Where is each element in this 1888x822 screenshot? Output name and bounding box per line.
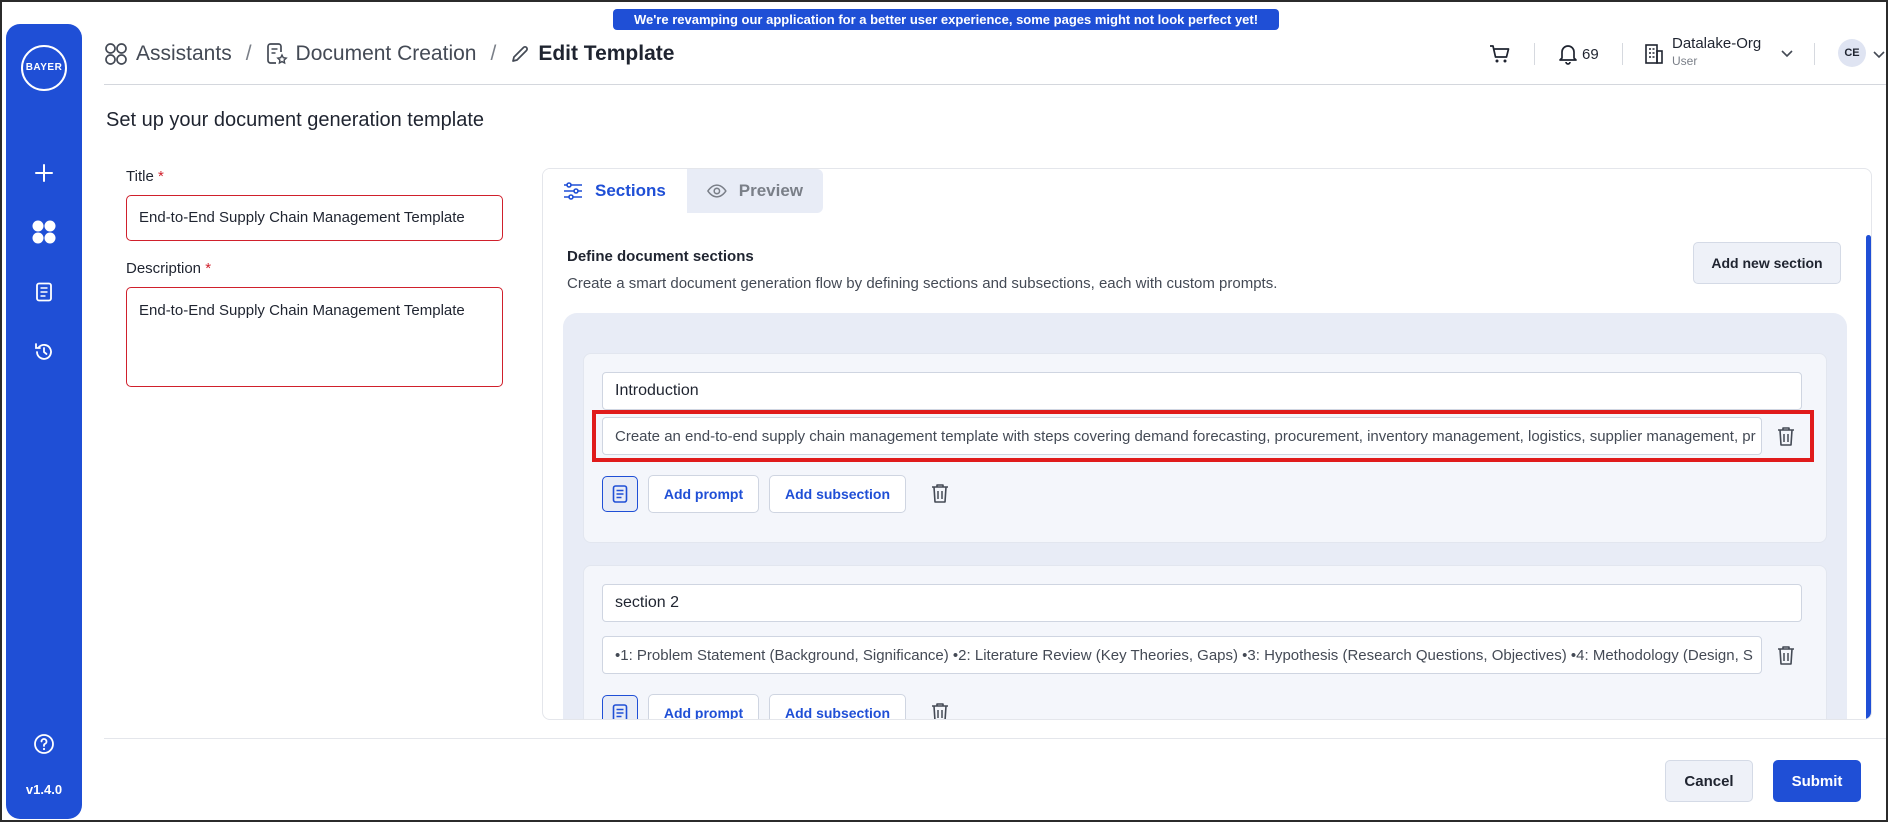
- title-label: Title *: [126, 168, 164, 185]
- history-icon: [35, 343, 52, 360]
- trash-icon[interactable]: [930, 701, 950, 720]
- revamp-banner: We're revamping our application for a be…: [613, 9, 1279, 30]
- org-name: Datalake-Org: [1672, 35, 1762, 52]
- breadcrumb-separator: /: [490, 42, 497, 65]
- description-label-text: Description: [126, 260, 202, 277]
- sections-heading: Define document sections: [567, 248, 754, 265]
- sidebar: BAYER v1.4.0: [6, 24, 82, 819]
- header-divider: [1622, 43, 1623, 65]
- breadcrumb-label-edit-template: Edit Template: [538, 42, 675, 65]
- breadcrumb-assistants[interactable]: Assistants: [104, 42, 232, 66]
- sections-description: Create a smart document generation flow …: [567, 275, 1278, 292]
- trash-icon[interactable]: [1776, 644, 1796, 666]
- trash-icon[interactable]: [930, 482, 950, 504]
- grid-outline-icon: [105, 43, 127, 65]
- sections-list: Introduction Create an end-to-end supply…: [563, 313, 1847, 720]
- document-icon: [612, 704, 628, 719]
- documents-nav-button[interactable]: [30, 278, 58, 306]
- section-document-button[interactable]: [602, 695, 638, 719]
- header-divider: [1814, 43, 1815, 65]
- sections-scrollbar[interactable]: [1866, 235, 1871, 719]
- app-window: BAYER v1.4.0 We're revamping our applica…: [0, 0, 1888, 822]
- notifications-count: 69: [1582, 45, 1599, 63]
- breadcrumb-edit-template: Edit Template: [510, 42, 674, 66]
- cart-button[interactable]: [1488, 42, 1512, 66]
- breadcrumb-separator: /: [245, 42, 252, 65]
- chevron-down-icon: [1781, 50, 1793, 58]
- page-title: Set up your document generation template: [106, 109, 485, 131]
- logo-text-horizontal: BAYER: [25, 62, 63, 73]
- help-button[interactable]: [30, 730, 58, 758]
- building-icon: [1645, 44, 1663, 64]
- document-star-icon: [266, 43, 288, 65]
- description-textarea[interactable]: End-to-End Supply Chain Management Templ…: [126, 287, 503, 387]
- header-divider-line: [104, 84, 1886, 85]
- section-item: section 2 •1: Problem Statement (Backgro…: [583, 565, 1827, 720]
- new-plus-button[interactable]: [30, 159, 58, 187]
- submit-button[interactable]: Submit: [1773, 760, 1861, 802]
- document-icon: [36, 282, 52, 302]
- pencil-icon: [512, 46, 529, 62]
- add-prompt-button[interactable]: Add prompt: [648, 694, 759, 719]
- history-nav-button[interactable]: [30, 338, 58, 366]
- description-label: Description *: [126, 260, 211, 277]
- breadcrumb-label-document-creation: Document Creation: [295, 42, 477, 65]
- sliders-icon: [564, 182, 582, 200]
- add-subsection-button[interactable]: Add subsection: [769, 694, 906, 719]
- sections-card: Sections Preview Define document section…: [542, 168, 1872, 720]
- tab-sections[interactable]: Sections: [543, 169, 687, 213]
- section-prompt-input[interactable]: Create an end-to-end supply chain manage…: [602, 417, 1762, 455]
- cancel-button[interactable]: Cancel: [1665, 760, 1753, 802]
- app-version: v1.4.0: [25, 782, 63, 797]
- section-name-input[interactable]: section 2: [602, 584, 1802, 622]
- org-switcher[interactable]: Datalake-Org User: [1644, 35, 1794, 71]
- breadcrumb-label-assistants: Assistants: [136, 42, 232, 65]
- tab-sections-label: Sections: [595, 181, 666, 200]
- assistants-nav-button[interactable]: [30, 218, 58, 246]
- bayer-logo[interactable]: BAYER: [21, 45, 67, 91]
- header-divider: [1534, 43, 1535, 65]
- bell-icon: [1559, 45, 1577, 65]
- breadcrumb: Assistants / Document Creation / Edit Te…: [104, 38, 674, 70]
- avatar: CE: [1838, 39, 1866, 67]
- tab-preview-label: Preview: [738, 181, 803, 200]
- tab-preview[interactable]: Preview: [687, 169, 823, 213]
- section-prompt-input[interactable]: •1: Problem Statement (Background, Signi…: [602, 636, 1762, 674]
- required-asterisk: *: [157, 168, 164, 185]
- document-icon: [612, 485, 628, 503]
- cart-icon: [1490, 45, 1510, 63]
- section-name-input[interactable]: Introduction: [602, 372, 1802, 410]
- trash-icon[interactable]: [1776, 425, 1796, 447]
- add-prompt-button[interactable]: Add prompt: [648, 475, 759, 513]
- title-input[interactable]: End-to-End Supply Chain Management Templ…: [126, 195, 503, 241]
- template-details-form: Title * End-to-End Supply Chain Manageme…: [106, 150, 538, 736]
- required-asterisk: *: [205, 260, 212, 277]
- tab-bar: Sections Preview: [543, 169, 823, 213]
- plus-icon: [35, 164, 53, 182]
- notifications-button[interactable]: 69: [1558, 42, 1599, 66]
- chevron-down-icon: [1873, 51, 1885, 59]
- add-subsection-button[interactable]: Add subsection: [769, 475, 906, 513]
- grid-icon: [32, 220, 56, 244]
- user-menu[interactable]: CE: [1838, 39, 1886, 67]
- title-label-text: Title: [126, 168, 154, 185]
- eye-icon: [707, 184, 727, 198]
- breadcrumb-document-creation[interactable]: Document Creation: [266, 42, 477, 66]
- help-icon: [34, 734, 54, 754]
- add-new-section-button[interactable]: Add new section: [1693, 242, 1841, 284]
- section-document-button[interactable]: [602, 476, 638, 512]
- org-role: User: [1672, 54, 1698, 68]
- section-item: Introduction Create an end-to-end supply…: [583, 353, 1827, 543]
- footer-divider: [104, 738, 1886, 739]
